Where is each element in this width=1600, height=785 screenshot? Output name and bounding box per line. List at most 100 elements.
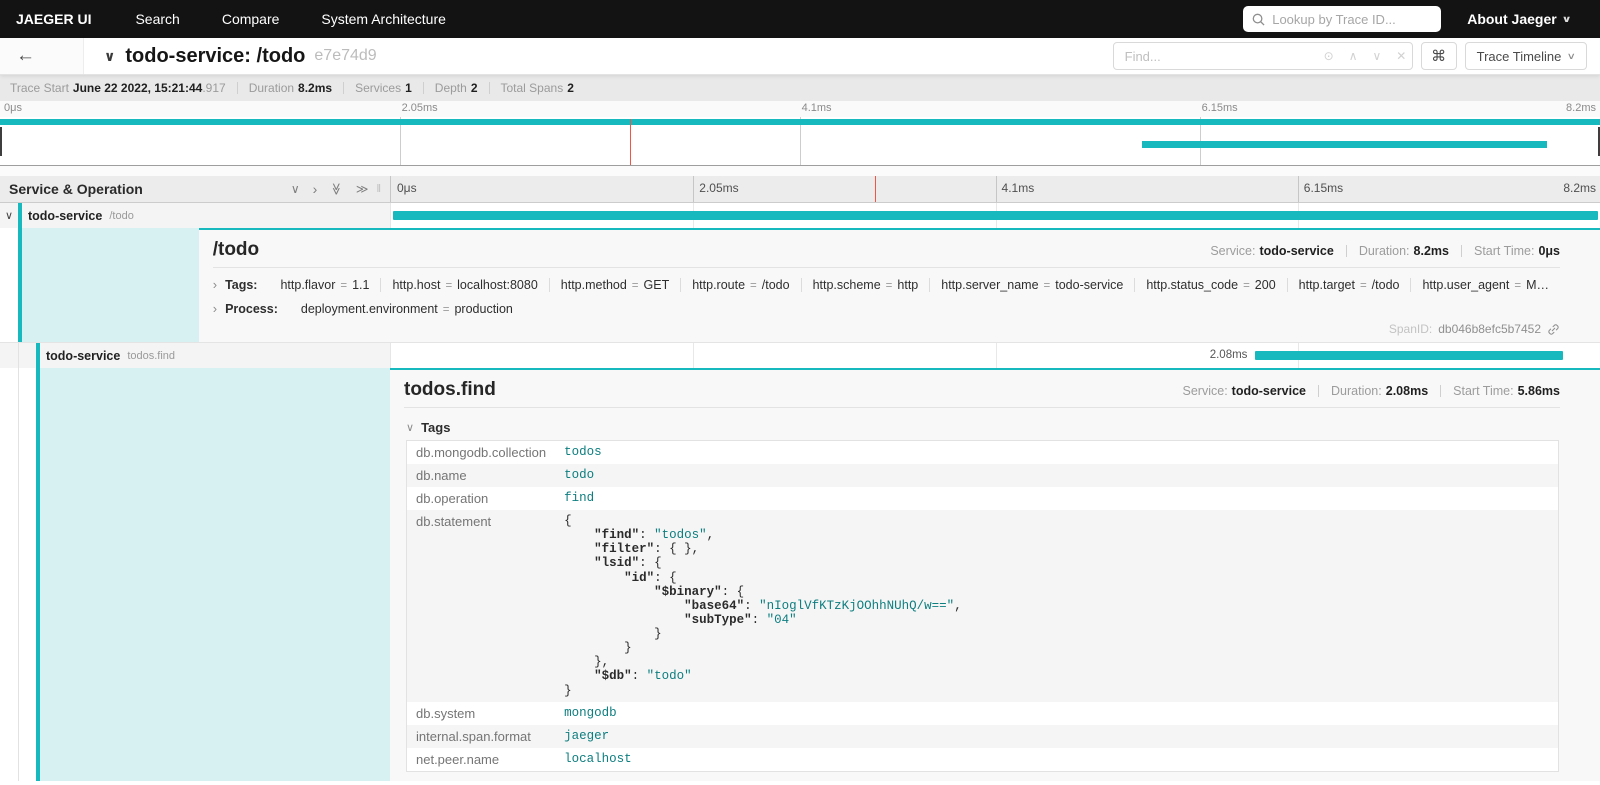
collapse-one-icon[interactable]: ∨	[291, 182, 300, 196]
tag-pair: http.route=/todo	[681, 278, 801, 292]
minimap-span-bar-root	[0, 119, 1600, 125]
tag-pair: http.host=localhost:8080	[381, 278, 549, 292]
table-row: net.peer.name localhost	[407, 748, 1559, 772]
tags-section-toggle[interactable]: ∨ Tags	[406, 420, 1560, 435]
minimap-tick: 0μs	[4, 102, 22, 114]
ruler-tick: 4.1ms	[1002, 181, 1035, 195]
prev-match-icon[interactable]: ∧	[1349, 49, 1358, 63]
span-detail-panel: /todo Service:todo-service Duration:8.2m…	[199, 228, 1600, 342]
span-detail-panel: todos.find Service:todo-service Duration…	[390, 368, 1600, 781]
table-row: internal.span.format jaeger	[407, 725, 1559, 748]
about-jaeger-menu[interactable]: About Jaeger ∨	[1467, 11, 1570, 27]
expand-one-icon[interactable]: ›	[313, 181, 318, 197]
chevron-down-icon: ∨	[406, 421, 414, 434]
nav-item-compare[interactable]: Compare	[222, 11, 280, 27]
trace-start-value: June 22 2022, 15:21:44.917	[73, 81, 226, 95]
span-operation-name: todos.find	[127, 350, 175, 362]
tag-pair: http.method=GET	[550, 278, 681, 292]
span-row-todos-find[interactable]: todo-service todos.find 2.08ms	[0, 342, 1600, 368]
duration-value: 8.2ms	[298, 81, 332, 95]
table-row: db.mongodb.collection todos	[407, 441, 1559, 465]
span-operation-name: /todo	[109, 210, 133, 222]
nav-item-search[interactable]: Search	[135, 11, 179, 27]
ruler-cursor-guide	[875, 176, 876, 202]
next-match-icon[interactable]: ∨	[1372, 49, 1381, 63]
tag-pair: http.user_agent=M…	[1411, 278, 1560, 292]
process-accordion[interactable]: › Process: deployment.environment=produc…	[213, 292, 1560, 316]
tags-accordion[interactable]: › Tags: http.flavor=1.1 http.host=localh…	[213, 268, 1560, 292]
timeline-column-header: Service & Operation ∨ › ≫ ≫ ‖ 0μs 2.05ms…	[0, 176, 1600, 203]
duration-label: Duration	[249, 81, 294, 95]
keyboard-shortcuts-button[interactable]: ⌘	[1421, 42, 1457, 70]
service-operation-header: Service & Operation	[9, 181, 143, 197]
span-row-todo[interactable]: ∨ todo-service /todo	[0, 203, 1600, 228]
span-duration-bar[interactable]	[393, 211, 1598, 220]
trace-id-lookup[interactable]	[1243, 6, 1441, 32]
nav-item-system-architecture[interactable]: System Architecture	[321, 11, 446, 27]
table-row: db.statement { "find": "todos", "filter"…	[407, 510, 1559, 702]
span-detail-meta: Service:todo-service Duration:2.08ms Sta…	[1183, 384, 1560, 398]
span-detail-row-todo: /todo Service:todo-service Duration:8.2m…	[0, 228, 1600, 342]
services-value: 1	[405, 81, 412, 95]
back-button[interactable]: ←	[0, 38, 84, 74]
tag-pair: http.scheme=http	[802, 278, 931, 292]
collapse-all-icon[interactable]: ≫	[330, 183, 344, 196]
span-duration-bar[interactable]	[1255, 351, 1562, 360]
span-detail-title[interactable]: /todo	[213, 239, 259, 261]
ruler-tick: 6.15ms	[1304, 181, 1343, 195]
minimap-scrubber-left[interactable]	[0, 127, 2, 156]
chevron-down-icon: ∨	[1561, 14, 1571, 25]
trace-header: ← ∨ todo-service: /todo e7e74d9 ⊙ ∧ ∨ ✕ …	[0, 38, 1600, 75]
timeline-ruler: 0μs 2.05ms 4.1ms 6.15ms 8.2ms	[390, 176, 1600, 202]
table-row: db.operation find	[407, 487, 1559, 510]
find-input[interactable]	[1114, 49, 1312, 64]
minimap-tick: 6.15ms	[1202, 102, 1238, 114]
chevron-down-icon: ∨	[1567, 51, 1576, 62]
trace-summary-bar: Trace Start June 22 2022, 15:21:44.917 D…	[0, 75, 1600, 101]
total-spans-value: 2	[567, 81, 574, 95]
minimap-tick: 2.05ms	[402, 102, 438, 114]
span-detail-title[interactable]: todos.find	[404, 379, 496, 401]
ruler-tick: 0μs	[397, 181, 417, 195]
trace-collapse-chevron-icon[interactable]: ∨	[104, 48, 115, 65]
trace-id: e7e74d9	[314, 47, 376, 65]
minimap-cursor-guide	[630, 119, 631, 165]
trace-view-selector[interactable]: Trace Timeline ∨	[1465, 42, 1587, 70]
tag-pair: http.flavor=1.1	[269, 278, 381, 292]
table-row: db.system mongodb	[407, 702, 1559, 725]
span-color-bar	[18, 203, 22, 228]
span-service-name: todo-service	[28, 209, 102, 223]
trace-title[interactable]: todo-service: /todo	[125, 45, 305, 68]
process-tag-pair: deployment.environment=production	[290, 302, 524, 316]
trace-id-lookup-input[interactable]	[1272, 12, 1432, 27]
chevron-right-icon: ›	[213, 301, 217, 316]
ruler-tick: 2.05ms	[699, 181, 738, 195]
find-control: ⊙ ∧ ∨ ✕	[1113, 42, 1413, 70]
command-icon: ⌘	[1431, 47, 1446, 65]
tag-pair: http.server_name=todo-service	[930, 278, 1135, 292]
span-duration-label: 2.08ms	[1210, 349, 1248, 361]
services-label: Services	[355, 81, 401, 95]
search-icon	[1252, 13, 1265, 26]
tag-pair: http.status_code=200	[1135, 278, 1287, 292]
clear-find-icon[interactable]: ✕	[1396, 49, 1406, 63]
span-id-row: SpanID: db046b8efc5b7452	[213, 322, 1560, 336]
db-statement-json: { "find": "todos", "filter": { }, "lsid"…	[564, 514, 1549, 698]
column-resizer-handle[interactable]: ‖	[376, 183, 381, 195]
span-id-value: db046b8efc5b7452	[1438, 322, 1541, 336]
app-brand[interactable]: JAEGER UI	[16, 11, 91, 27]
minimap-tick: 8.2ms	[1566, 102, 1596, 114]
span-collapse-chevron-icon[interactable]: ∨	[5, 209, 13, 222]
expand-all-icon[interactable]: ≫	[356, 182, 369, 196]
span-detail-meta: Service:todo-service Duration:8.2ms Star…	[1210, 244, 1560, 258]
chevron-right-icon: ›	[213, 277, 217, 292]
depth-label: Depth	[435, 81, 467, 95]
minimap-tick: 4.1ms	[802, 102, 832, 114]
link-icon[interactable]	[1547, 323, 1560, 336]
timeline-minimap[interactable]	[0, 117, 1600, 166]
tags-table: db.mongodb.collection todos db.name todo…	[406, 440, 1559, 772]
tag-pair: http.target=/todo	[1288, 278, 1412, 292]
table-row: db.name todo	[407, 464, 1559, 487]
match-target-icon[interactable]: ⊙	[1324, 49, 1334, 63]
span-color-bar	[36, 343, 40, 368]
